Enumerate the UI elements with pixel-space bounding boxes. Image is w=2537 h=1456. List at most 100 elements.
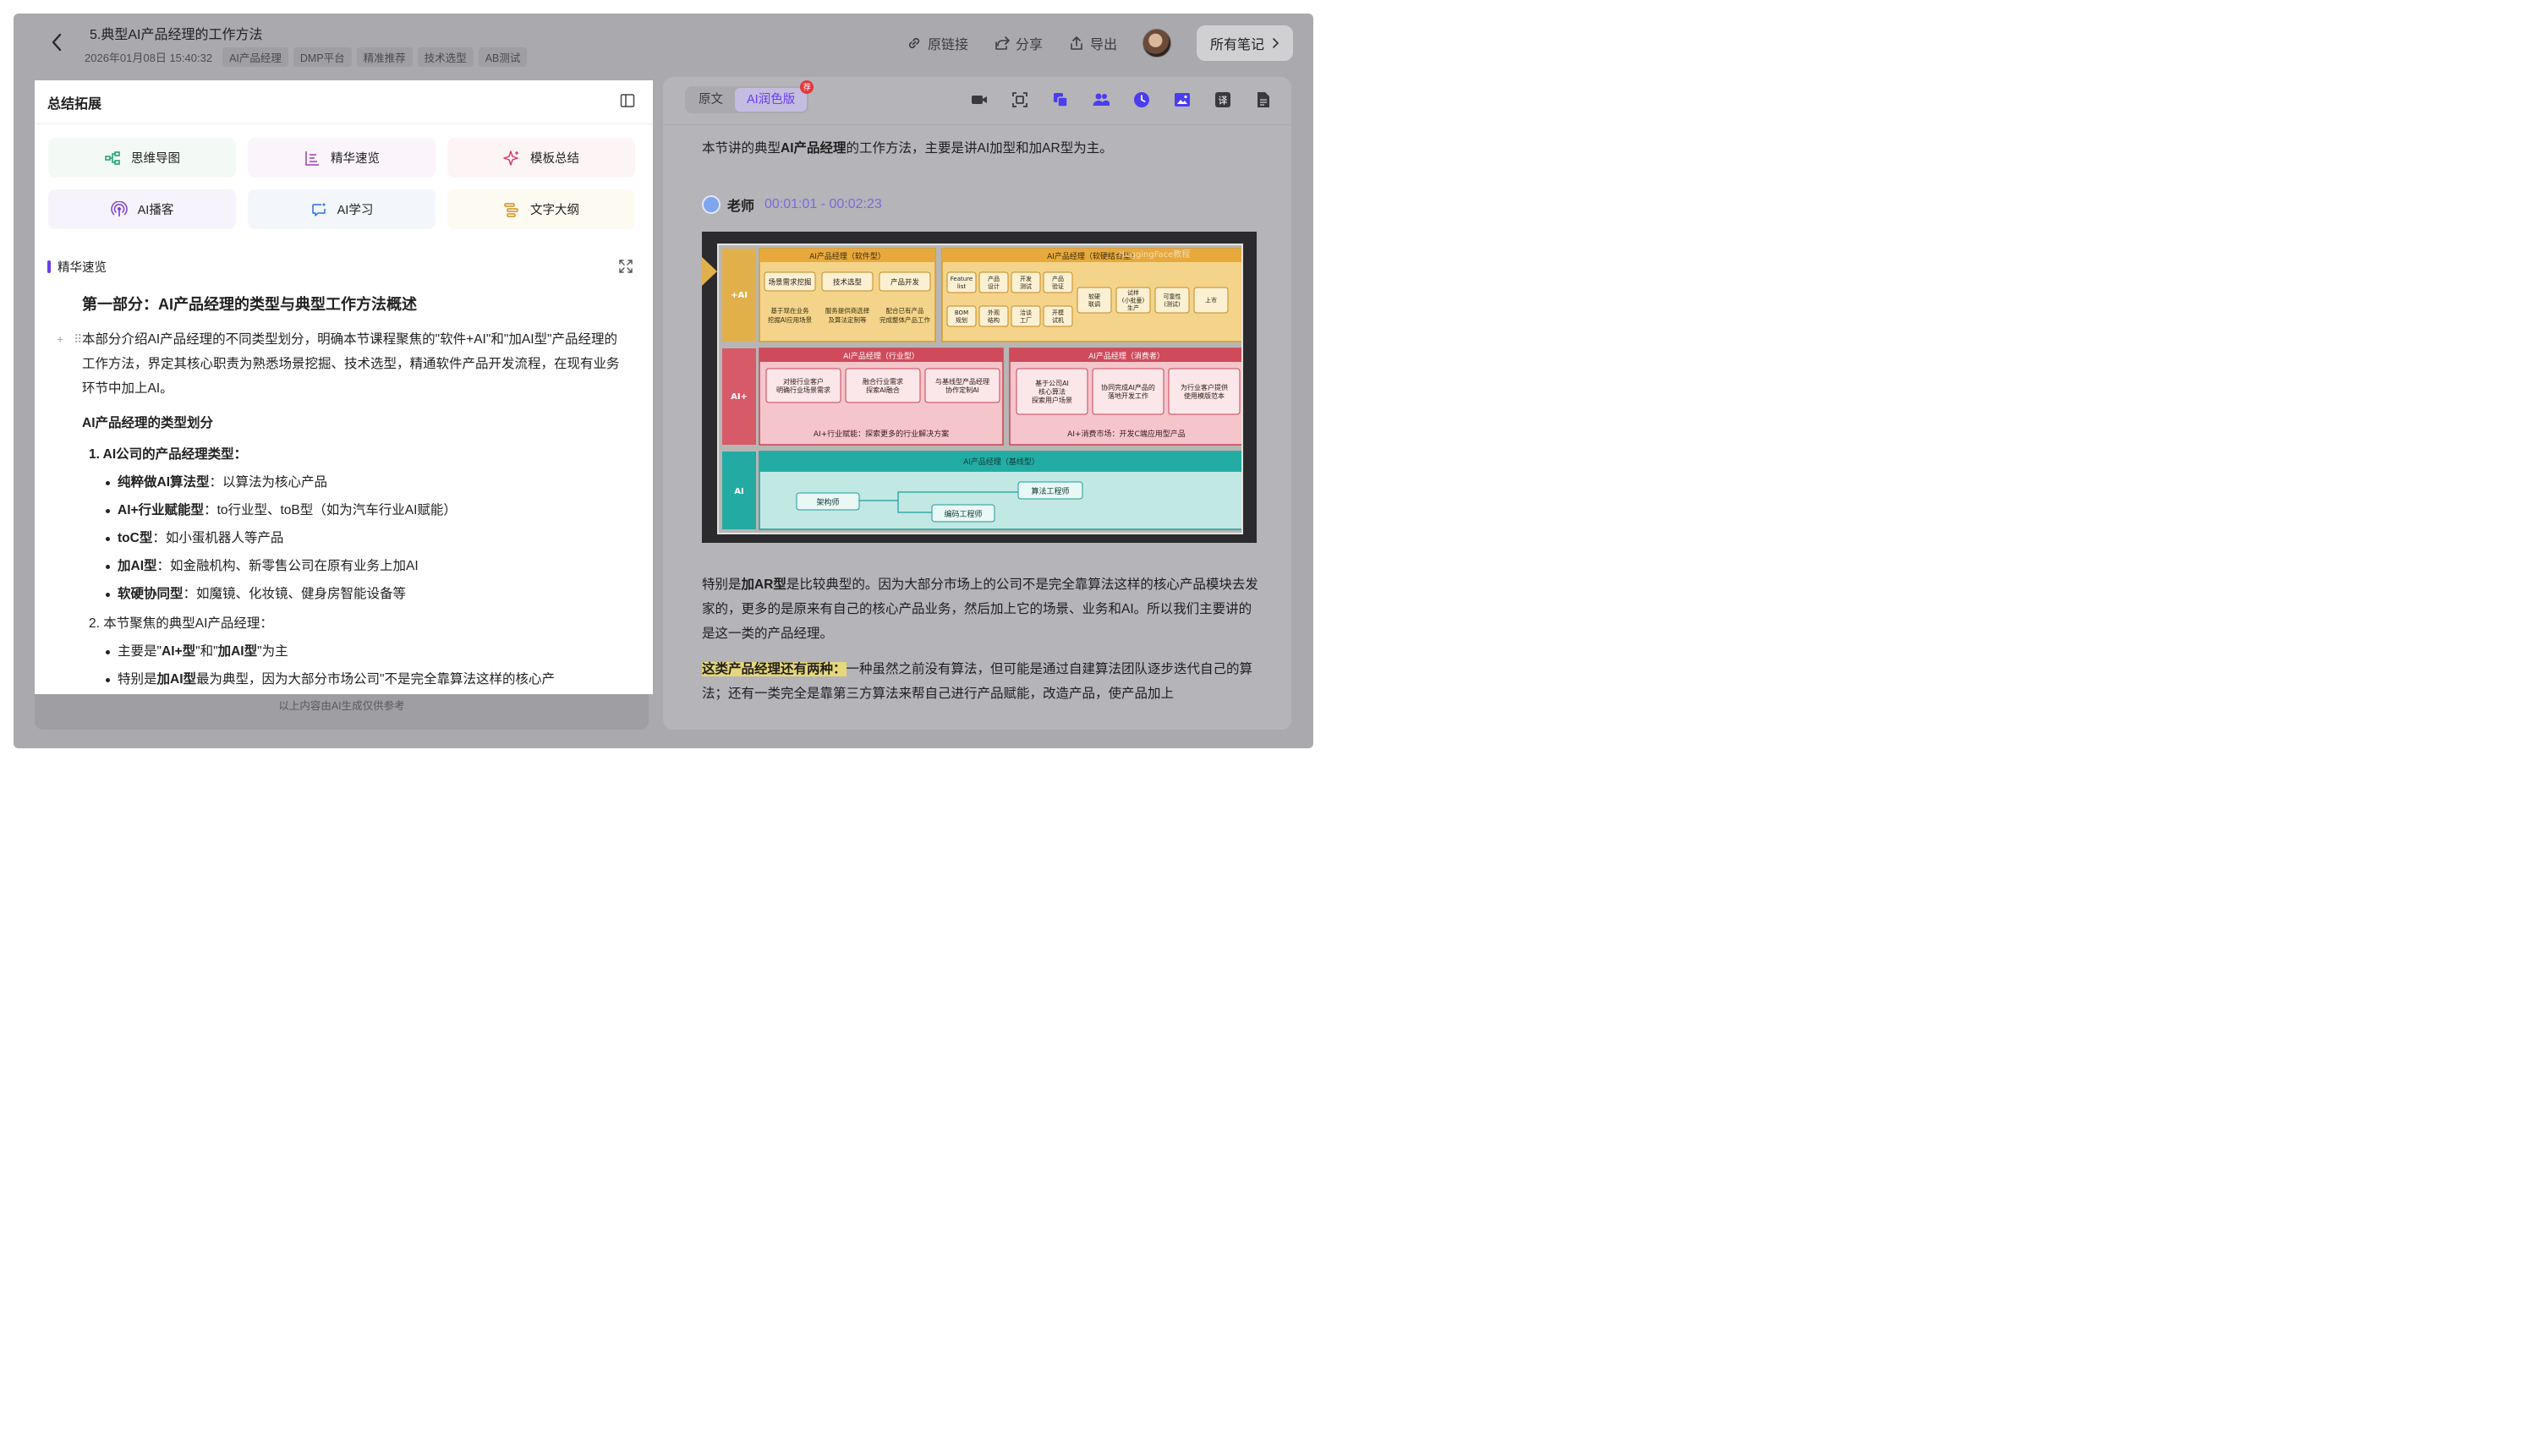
hardware-step-label: 生产 bbox=[1127, 304, 1139, 312]
software-step-label: 场景需求挖掘 bbox=[768, 277, 811, 287]
industry-step-box bbox=[765, 368, 841, 403]
section-label-text: 精华速览 bbox=[58, 261, 107, 275]
slide-content: +AI AI产品经理（软件型） 场景需求挖掘 技术选型 产品开发 基于现在业务 挖掘AI… bbox=[717, 244, 1243, 534]
screenshot-icon[interactable] bbox=[1011, 90, 1029, 109]
list-item: toC型：如小蛋机器人等产品 bbox=[106, 526, 623, 550]
tab-original[interactable]: 原文 bbox=[687, 88, 735, 112]
text: "为主 bbox=[257, 644, 288, 659]
ai-disclaimer: 以上内容由AI生成仅供参考 bbox=[278, 700, 405, 712]
document-icon[interactable] bbox=[1254, 90, 1273, 109]
row-tag-label: AI bbox=[734, 487, 743, 496]
speaker-name: 老师 bbox=[727, 200, 755, 214]
ai-podcast-label: AI播客 bbox=[137, 204, 174, 217]
mind-map-button[interactable]: 思维导图 bbox=[48, 138, 236, 178]
share-button[interactable]: 分享 bbox=[994, 33, 1043, 53]
export-icon bbox=[1071, 36, 1082, 50]
expand-icon[interactable] bbox=[617, 258, 634, 275]
document-datetime: 2026年01月08日 15:40:32 bbox=[85, 52, 213, 64]
consumer-step-label: 落地开发工作 bbox=[1108, 391, 1148, 400]
tag[interactable]: DMP平台 bbox=[293, 47, 352, 67]
list-item: 1. AI公司的产品经理类型： 纯粹做AI算法型：以算法为核心产品 AI+行业赋… bbox=[89, 442, 623, 606]
template-summary-button[interactable]: 模板总结 bbox=[447, 138, 635, 178]
hardware-step-label: 洽谈 bbox=[1020, 309, 1032, 316]
clock-icon[interactable] bbox=[1132, 90, 1151, 109]
back-icon[interactable] bbox=[47, 30, 68, 54]
list-item-text: ：如小蛋机器人等产品 bbox=[152, 531, 284, 545]
tag[interactable]: AB测试 bbox=[478, 47, 528, 67]
export-button[interactable]: 导出 bbox=[1068, 33, 1117, 53]
all-notes-button[interactable]: 所有笔记 bbox=[1196, 25, 1293, 61]
list-item-text: ：如魔镜、化妆镜、健身房智能设备等 bbox=[183, 587, 407, 601]
tag[interactable]: 精准推荐 bbox=[356, 47, 413, 67]
industry-step-label: 明确行业场景需求 bbox=[776, 386, 830, 394]
industry-pm-note: AI+行业赋能：探索更多的行业解决方案 bbox=[814, 429, 949, 439]
avatar[interactable] bbox=[1142, 29, 1171, 57]
transcript-tabs: 原文 AI润色版 荐 bbox=[685, 80, 814, 113]
highlights-button[interactable]: 精华速览 bbox=[248, 138, 436, 178]
text: 的工作方法，主要是讲AI加型和加AR型为主。 bbox=[846, 141, 1113, 156]
tab-ai-polished[interactable]: AI润色版 荐 bbox=[735, 80, 814, 112]
highlights-icon bbox=[305, 151, 319, 166]
list-item-text: ：以算法为核心产品 bbox=[209, 475, 328, 490]
consumer-pm-note: AI+消费市场：开发C端应用型产品 bbox=[1067, 429, 1186, 439]
list-item: 软硬协同型：如魔镜、化妆镜、健身房智能设备等 bbox=[106, 582, 623, 606]
list-item: 2. 本节聚焦的典型AI产品经理： 主要是"AI+型"和"加AI型"为主 特别是… bbox=[89, 611, 623, 692]
hardware-step-label: 外观 bbox=[988, 309, 1000, 316]
list-item: 加AI型：如金融机构、新零售公司在原有业务上加AI bbox=[106, 554, 623, 578]
consumer-step-box bbox=[1092, 368, 1164, 415]
mind-map-icon bbox=[105, 151, 120, 165]
image-icon[interactable] bbox=[1173, 90, 1192, 109]
hardware-step-label: (小批量) bbox=[1122, 297, 1145, 304]
text: 特别是 bbox=[118, 672, 157, 687]
transcript-paragraph: 特别是加AR型是比较典型的。因为大部分市场上的公司不是完全靠算法这样的核心产品模… bbox=[702, 572, 1260, 646]
document-meta: 2026年01月08日 15:40:32 AI产品经理 DMP平台 精准推荐 技… bbox=[85, 47, 528, 67]
hardware-step-label: 结构 bbox=[988, 316, 1000, 324]
slide-watermark: HuggingFace教程 bbox=[1119, 249, 1191, 260]
recommend-badge: 荐 bbox=[800, 80, 814, 94]
share-label: 分享 bbox=[1015, 38, 1043, 52]
app-window: 5.典型AI产品经理的工作方法 2026年01月08日 15:40:32 AI产… bbox=[14, 14, 1313, 748]
list-item: AI+行业赋能型：to行业型、toB型（如为汽车行业AI赋能） bbox=[106, 498, 623, 523]
tag[interactable]: AI产品经理 bbox=[222, 47, 288, 67]
text: 主要是" bbox=[118, 644, 162, 659]
software-step-label: 产品开发 bbox=[890, 277, 920, 287]
hardware-step-label: 产品 bbox=[1052, 275, 1064, 282]
ai-learning-button[interactable]: AI学习 bbox=[248, 189, 436, 229]
software-step-note: 服务提供商选择 bbox=[825, 306, 870, 315]
software-step-note: 挖掘AI应用场景 bbox=[768, 315, 813, 324]
translate-icon[interactable]: 译 bbox=[1214, 90, 1232, 109]
consumer-step-label: 使用模版范本 bbox=[1184, 391, 1225, 400]
list-item-text: ：to行业型、toB型（如为汽车行业AI赋能） bbox=[204, 503, 457, 517]
share-icon bbox=[995, 36, 1010, 50]
video-icon[interactable] bbox=[970, 90, 989, 109]
hardware-step-label: Feature bbox=[951, 276, 973, 282]
text-outline-button[interactable]: 文字大纲 bbox=[447, 189, 635, 229]
hardware-step-label: 设计 bbox=[988, 282, 1000, 290]
sidebar-toggle-icon[interactable] bbox=[619, 92, 636, 109]
text: "和" bbox=[195, 644, 218, 659]
text-bold: 加AI型 bbox=[156, 672, 197, 687]
tag[interactable]: 技术选型 bbox=[417, 47, 474, 67]
speaker-timestamp[interactable]: 00:01:01 - 00:02:23 bbox=[764, 197, 882, 212]
speakers-icon[interactable] bbox=[1092, 90, 1110, 109]
transcript-toolbar: 译 bbox=[970, 90, 1273, 109]
industry-step-label: 探索AI融合 bbox=[866, 386, 900, 394]
ai-podcast-button[interactable]: AI播客 bbox=[48, 189, 236, 229]
source-link-button[interactable]: 原链接 bbox=[906, 33, 968, 53]
podcast-icon bbox=[110, 200, 128, 216]
text: 最为典型，因为大部分市场公司"不是完全靠算法这样的核心产 bbox=[196, 672, 556, 687]
slide-image[interactable]: +AI AI产品经理（软件型） 场景需求挖掘 技术选型 产品开发 基于现在业务 挖掘AI… bbox=[702, 232, 1257, 543]
summary-lead-text: 本部分介绍AI产品经理的不同类型划分，明确本节课程聚焦的"软件+AI"和"加AI… bbox=[82, 332, 620, 396]
industry-pm-items: 对接行业客户明确行业场景需求 融合行业需求探索AI融合 与基线型产品经理协作定制AI bbox=[765, 368, 1000, 403]
copy-icon[interactable] bbox=[1051, 90, 1070, 109]
hardware-step-label: 工厂 bbox=[1020, 317, 1032, 324]
text: 特别是 bbox=[702, 577, 742, 592]
architect-label: 架构师 bbox=[816, 497, 839, 507]
industry-step-label: 融合行业需求 bbox=[863, 377, 903, 386]
drag-handle-icon[interactable]: + ⠿ bbox=[57, 327, 85, 352]
section-marker bbox=[47, 260, 51, 273]
software-step-note: 完成整体产品工作 bbox=[879, 315, 930, 324]
slide-play-marker bbox=[702, 257, 717, 286]
consumer-pm-items: 基于公司AI核心算法探索用户场景 协同完成AI产品的落地开发工作 为行业客户提供使用… bbox=[1016, 368, 1241, 415]
hardware-step-label: 可靠性 bbox=[1164, 293, 1181, 300]
